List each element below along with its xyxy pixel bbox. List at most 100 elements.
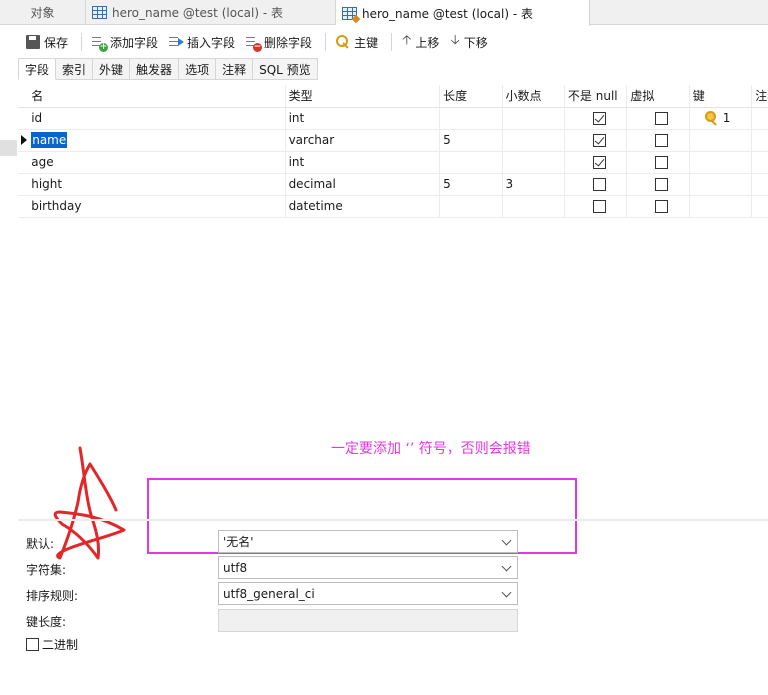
- field-type-cell[interactable]: int: [285, 107, 441, 130]
- save-button[interactable]: 保存: [22, 30, 72, 54]
- not-null-checkbox[interactable]: [592, 156, 606, 169]
- field-decimal-cell[interactable]: 3: [502, 173, 565, 196]
- move-down-button[interactable]: 🡣 下移: [446, 30, 491, 54]
- field-name-cell[interactable]: name: [28, 129, 286, 152]
- field-type-cell[interactable]: int: [285, 151, 441, 174]
- virtual-checkbox[interactable]: [655, 112, 669, 125]
- column-header-name[interactable]: 名: [28, 85, 286, 108]
- row-indicator: [18, 129, 29, 152]
- chevron-down-icon[interactable]: [501, 561, 512, 572]
- toolbar: 保存 添加字段 插入字段 删除字段 主键 🡡 上移 🡣 下移: [0, 26, 768, 58]
- charset-value: utf8: [223, 560, 248, 575]
- field-decimal-cell[interactable]: [502, 195, 565, 218]
- binary-checkbox[interactable]: [26, 638, 39, 651]
- field-length-cell[interactable]: 5: [439, 173, 503, 196]
- field-type-cell[interactable]: varchar: [285, 129, 441, 152]
- virtual-cell: [626, 129, 690, 152]
- row-indicator: [18, 151, 29, 174]
- field-type-cell[interactable]: datetime: [285, 195, 441, 218]
- tab-triggers[interactable]: 触发器: [130, 58, 180, 80]
- binary-option[interactable]: 二进制: [26, 636, 78, 653]
- delete-field-icon: [246, 35, 263, 52]
- field-length-cell[interactable]: [439, 107, 503, 130]
- save-icon: [26, 35, 40, 49]
- selected-field-name[interactable]: name: [31, 132, 68, 148]
- chevron-down-icon[interactable]: [501, 587, 512, 598]
- tab-comments[interactable]: 注释: [216, 58, 254, 80]
- field-decimal-cell[interactable]: [502, 107, 565, 130]
- add-field-button[interactable]: 添加字段: [88, 30, 162, 54]
- field-name-cell[interactable]: birthday: [28, 195, 286, 218]
- chevron-down-icon[interactable]: [501, 535, 512, 546]
- table-row[interactable]: hight decimal 5 3: [18, 173, 768, 196]
- collation-select[interactable]: utf8_general_ci: [218, 582, 518, 605]
- comment-cell[interactable]: [751, 173, 768, 196]
- not-null-checkbox[interactable]: [592, 112, 606, 125]
- table-row[interactable]: age int: [18, 151, 768, 174]
- tab-hero-name-2[interactable]: hero_name @test (local) - 表: [336, 0, 590, 26]
- key-cell[interactable]: [689, 195, 753, 218]
- key-cell[interactable]: [689, 151, 753, 174]
- field-length-cell[interactable]: [439, 195, 503, 218]
- not-null-checkbox[interactable]: [592, 178, 606, 191]
- row-indicator: [18, 195, 29, 218]
- virtual-cell: [626, 173, 690, 196]
- tab-sql-preview[interactable]: SQL 预览: [253, 58, 318, 80]
- column-header-decimal[interactable]: 小数点: [502, 85, 565, 108]
- tab-options[interactable]: 选项: [179, 58, 217, 80]
- key-cell[interactable]: [689, 173, 753, 196]
- key-cell[interactable]: [689, 129, 753, 152]
- collation-label: 排序规则:: [26, 589, 79, 603]
- binary-label: 二进制: [42, 638, 79, 652]
- tab-objects[interactable]: 对象: [0, 0, 86, 25]
- tab-hero-name-1[interactable]: hero_name @test (local) - 表: [86, 0, 336, 25]
- comment-cell[interactable]: [751, 151, 768, 174]
- virtual-checkbox[interactable]: [655, 178, 669, 191]
- virtual-checkbox[interactable]: [655, 134, 669, 147]
- not-null-cell: [564, 129, 628, 152]
- field-length-cell[interactable]: 5: [439, 129, 503, 152]
- field-decimal-cell[interactable]: [502, 129, 565, 152]
- not-null-cell: [564, 107, 628, 130]
- column-header-length[interactable]: 长度: [439, 85, 503, 108]
- field-length-cell[interactable]: [439, 151, 503, 174]
- field-name-cell[interactable]: id: [28, 107, 286, 130]
- table-row[interactable]: name varchar 5: [18, 129, 768, 152]
- default-value-combo[interactable]: '无名': [218, 530, 518, 553]
- move-up-button[interactable]: 🡡 上移: [398, 30, 443, 54]
- tab-indexes[interactable]: 索引: [56, 58, 94, 80]
- not-null-checkbox[interactable]: [592, 134, 606, 147]
- key-length-field: [218, 609, 518, 632]
- column-header-type[interactable]: 类型: [285, 85, 441, 108]
- fields-grid: 名 类型 长度 小数点 不是 null 虚拟 键 注释 id int 1: [18, 85, 768, 218]
- delete-field-button[interactable]: 删除字段: [242, 30, 316, 54]
- comment-cell[interactable]: [751, 107, 768, 130]
- column-header-key[interactable]: 键: [689, 85, 753, 108]
- virtual-checkbox[interactable]: [655, 200, 669, 213]
- move-down-label: 下移: [463, 35, 488, 50]
- move-up-label: 上移: [415, 35, 440, 50]
- tab-fields[interactable]: 字段: [18, 58, 57, 80]
- field-type-cell[interactable]: decimal: [285, 173, 441, 196]
- column-header-comment[interactable]: 注释: [751, 85, 768, 108]
- tab-foreign-keys[interactable]: 外键: [93, 58, 131, 80]
- tab-objects-label: 对象: [30, 6, 55, 20]
- table-row[interactable]: birthday datetime: [18, 195, 768, 218]
- not-null-checkbox[interactable]: [592, 200, 606, 213]
- row-indicator: [18, 107, 29, 130]
- column-header-virtual[interactable]: 虚拟: [626, 85, 690, 108]
- key-order: 1: [722, 111, 731, 125]
- primary-key-button[interactable]: 主键: [332, 30, 382, 54]
- field-decimal-cell[interactable]: [502, 151, 565, 174]
- virtual-checkbox[interactable]: [655, 156, 669, 169]
- key-cell[interactable]: 1: [689, 107, 753, 130]
- insert-field-button[interactable]: 插入字段: [165, 30, 239, 54]
- charset-select[interactable]: utf8: [218, 556, 518, 579]
- comment-cell[interactable]: [751, 129, 768, 152]
- add-field-label: 添加字段: [110, 35, 159, 50]
- field-name-cell[interactable]: hight: [28, 173, 286, 196]
- comment-cell[interactable]: [751, 195, 768, 218]
- field-name-cell[interactable]: age: [28, 151, 286, 174]
- column-header-not-null[interactable]: 不是 null: [564, 85, 628, 108]
- table-row[interactable]: id int 1: [18, 107, 768, 130]
